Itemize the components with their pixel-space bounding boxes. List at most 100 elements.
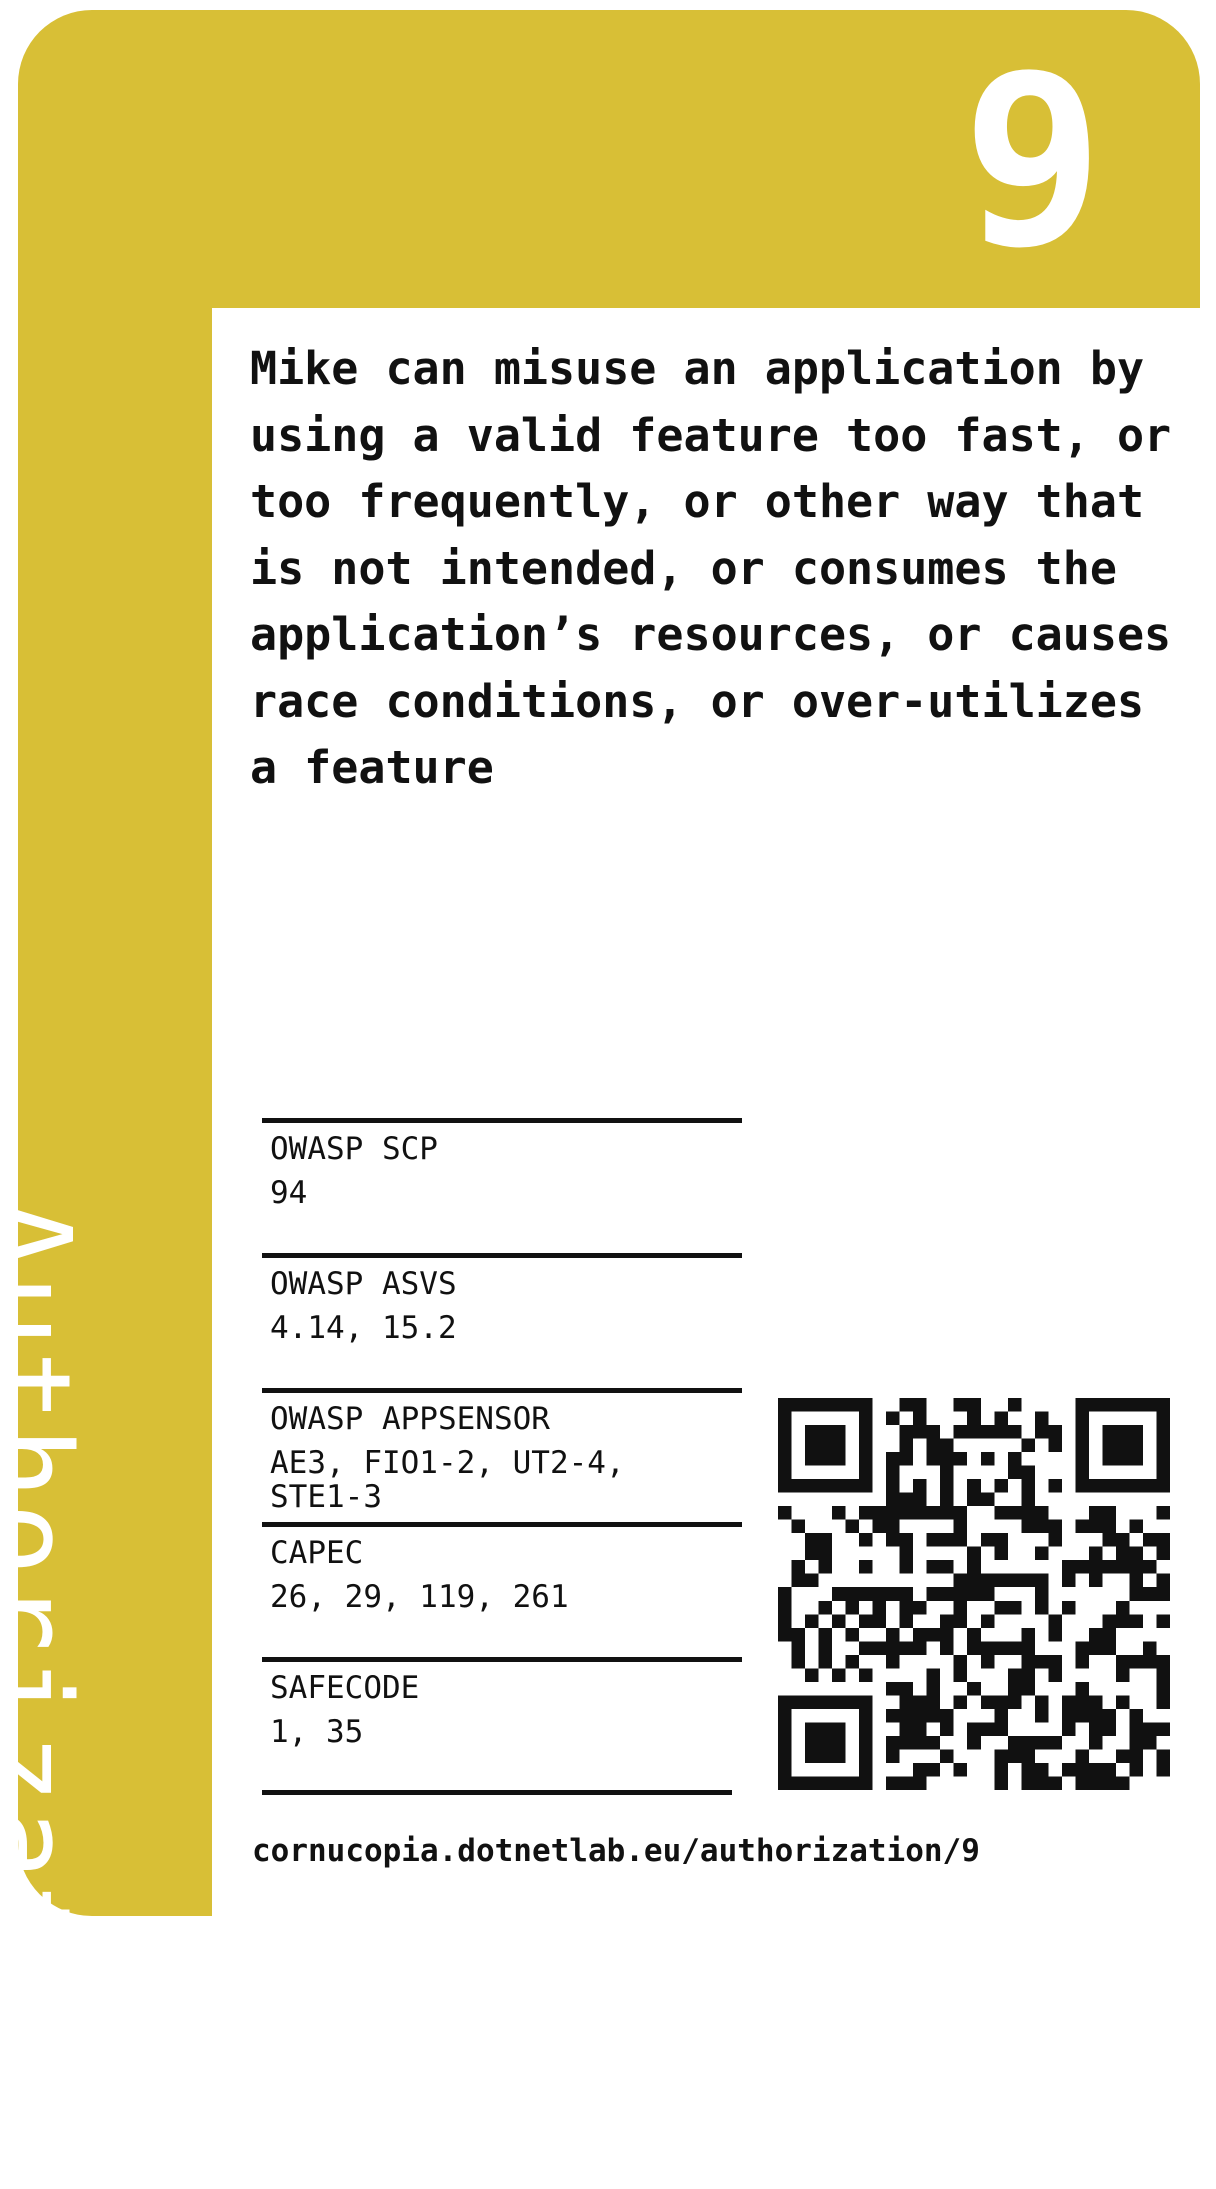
mapping-label: OWASP ASVS xyxy=(270,1266,457,1302)
qr-module xyxy=(1129,1573,1143,1588)
qr-module xyxy=(1075,1654,1089,1669)
qr-module xyxy=(1007,1600,1022,1615)
mapping-label: CAPEC xyxy=(270,1535,364,1571)
qr-module xyxy=(805,1722,819,1736)
divider xyxy=(262,1253,742,1258)
qr-module xyxy=(1115,1479,1130,1493)
qr-module xyxy=(913,1708,927,1723)
qr-module xyxy=(926,1735,941,1750)
qr-module xyxy=(1115,1533,1130,1547)
qr-module xyxy=(953,1398,968,1412)
qr-module xyxy=(859,1438,873,1453)
qr-module xyxy=(832,1776,846,1790)
qr-module xyxy=(913,1695,927,1709)
mapping-value: AE3, FIO1-2, UT2-4, STE1-3 xyxy=(270,1445,625,1515)
qr-module xyxy=(1075,1695,1089,1709)
qr-module xyxy=(859,1560,873,1574)
qr-module xyxy=(845,1600,860,1615)
qr-module xyxy=(818,1627,833,1642)
qr-module xyxy=(1034,1654,1049,1669)
qr-module xyxy=(805,1735,819,1750)
qr-module xyxy=(805,1533,819,1547)
qr-module xyxy=(791,1776,806,1790)
qr-module xyxy=(913,1641,927,1655)
qr-module xyxy=(967,1587,981,1601)
qr-module xyxy=(1007,1749,1022,1763)
qr-module xyxy=(845,1776,860,1790)
qr-module xyxy=(778,1438,792,1453)
qr-module xyxy=(980,1573,995,1588)
qr-module xyxy=(805,1573,819,1588)
qr-module xyxy=(1061,1762,1076,1777)
card-description: Mike can misuse an application by using … xyxy=(250,342,1172,794)
qr-module xyxy=(967,1560,981,1574)
qr-module xyxy=(1061,1573,1076,1588)
qr-module xyxy=(1156,1587,1170,1601)
qr-module xyxy=(1102,1452,1116,1466)
qr-module xyxy=(926,1425,941,1439)
qr-module xyxy=(832,1425,846,1439)
qr-module xyxy=(1129,1519,1143,1534)
qr-module xyxy=(1048,1533,1062,1547)
qr-module xyxy=(994,1506,1008,1520)
qr-module xyxy=(872,1506,887,1520)
qr-module xyxy=(967,1641,981,1655)
qr-code-icon[interactable] xyxy=(778,1398,1170,1790)
qr-module xyxy=(980,1641,995,1655)
qr-module xyxy=(859,1749,873,1763)
mapping-label: OWASP SCP xyxy=(270,1131,438,1167)
qr-module xyxy=(886,1641,900,1655)
qr-module xyxy=(805,1479,819,1493)
qr-module xyxy=(1115,1668,1130,1682)
qr-module xyxy=(980,1654,995,1669)
qr-module xyxy=(1021,1654,1035,1669)
card-url-link[interactable]: cornucopia.dotnetlab.eu/authorization/9 xyxy=(252,1832,980,1870)
qr-module xyxy=(1142,1533,1157,1547)
card-number: 9 xyxy=(961,24,1104,299)
qr-module xyxy=(1048,1519,1062,1534)
qr-module xyxy=(980,1452,995,1466)
qr-module xyxy=(1156,1695,1170,1709)
qr-module xyxy=(1075,1479,1089,1493)
qr-module xyxy=(1021,1641,1035,1655)
qr-module xyxy=(1021,1506,1035,1520)
qr-module xyxy=(899,1398,914,1412)
qr-module xyxy=(845,1627,860,1642)
qr-module xyxy=(1102,1438,1116,1453)
qr-module xyxy=(1007,1465,1022,1480)
qr-module xyxy=(859,1722,873,1736)
qr-module xyxy=(1034,1411,1049,1426)
qr-module xyxy=(1075,1519,1089,1534)
qr-module xyxy=(886,1654,900,1669)
qr-module xyxy=(832,1479,846,1493)
qr-module xyxy=(1129,1722,1143,1736)
qr-module xyxy=(899,1681,914,1696)
qr-module xyxy=(778,1425,792,1439)
mapping-value: 1, 35 xyxy=(270,1714,364,1750)
qr-module xyxy=(940,1533,954,1547)
qr-module xyxy=(1102,1533,1116,1547)
qr-module xyxy=(1075,1749,1089,1763)
qr-module xyxy=(953,1762,968,1777)
qr-module xyxy=(886,1587,900,1601)
qr-module xyxy=(872,1587,887,1601)
qr-module xyxy=(1075,1425,1089,1439)
qr-module xyxy=(1021,1627,1035,1642)
qr-module xyxy=(980,1587,995,1601)
qr-module xyxy=(1102,1722,1116,1736)
qr-module xyxy=(1115,1546,1130,1561)
qr-module xyxy=(994,1776,1008,1790)
qr-module xyxy=(1102,1762,1116,1777)
qr-module xyxy=(913,1479,927,1493)
qr-module xyxy=(832,1614,846,1628)
qr-module xyxy=(953,1614,968,1628)
qr-module xyxy=(1088,1573,1103,1588)
qr-module xyxy=(818,1695,833,1709)
qr-module xyxy=(926,1708,941,1723)
qr-module xyxy=(1115,1614,1130,1628)
qr-module xyxy=(1007,1425,1022,1439)
qr-module xyxy=(899,1776,914,1790)
qr-module xyxy=(899,1506,914,1520)
qr-module xyxy=(832,1695,846,1709)
qr-module xyxy=(832,1735,846,1750)
